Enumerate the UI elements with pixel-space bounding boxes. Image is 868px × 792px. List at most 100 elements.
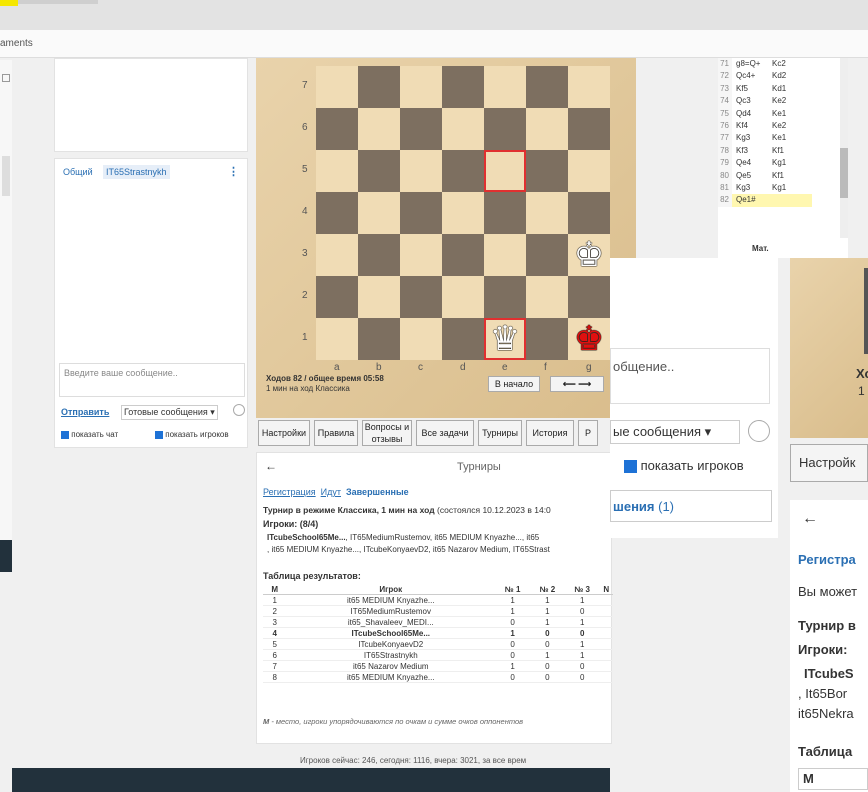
board-square[interactable] <box>316 318 358 360</box>
move-row[interactable]: 82 Qe1# <box>718 194 848 207</box>
table-row[interactable]: 6 IT65Strastnykh 0 1 1 <box>263 649 613 661</box>
nav-registration[interactable]: Регистрация <box>263 487 316 497</box>
board-square[interactable] <box>358 276 400 318</box>
move-row[interactable]: 79 Qe4 Kg1 <box>718 157 848 170</box>
board-square[interactable] <box>316 150 358 192</box>
move-row[interactable]: 78 Kf3 Kf1 <box>718 144 848 158</box>
board-square[interactable] <box>484 192 526 234</box>
chess-board[interactable]: 7 6 5 4 3 2 1 a b c d e f g ♚ ♛ ♚ <box>302 66 610 373</box>
board-tab[interactable]: Вопросы и отзывы <box>362 420 412 446</box>
chat-tab-general[interactable]: Общий <box>63 167 93 177</box>
move-row[interactable]: 75 Qd4 Ke1 <box>718 107 848 120</box>
chat-message-input[interactable]: Введите ваше сообщение.. <box>59 363 245 397</box>
board-square[interactable] <box>442 318 484 360</box>
move-row[interactable]: 72 Qc4+ Kd2 <box>718 70 848 83</box>
overlay-ready-select[interactable]: ые сообщения ▾ <box>610 420 740 444</box>
right-back-arrow-icon[interactable]: ← <box>802 510 818 528</box>
board-square[interactable] <box>568 108 610 150</box>
board-square[interactable] <box>316 66 358 108</box>
board-square[interactable] <box>400 318 442 360</box>
overlay-tab[interactable]: шения (1) <box>610 490 772 522</box>
board-square[interactable] <box>358 192 400 234</box>
board-square[interactable] <box>358 150 400 192</box>
emoji-icon[interactable] <box>233 404 245 416</box>
board-tab[interactable]: Правила <box>314 420 358 446</box>
board-square[interactable] <box>442 276 484 318</box>
board-square[interactable] <box>484 66 526 108</box>
board-square[interactable] <box>442 150 484 192</box>
left-edge-icon[interactable] <box>2 74 10 82</box>
more-icon[interactable]: ⋮ <box>228 165 239 178</box>
nav-ongoing[interactable]: Идут <box>321 487 341 497</box>
board-square[interactable] <box>358 318 400 360</box>
board-square[interactable] <box>526 192 568 234</box>
overlay-message-input[interactable]: общение.. <box>610 348 770 404</box>
show-chat-checkbox[interactable]: показать чат <box>61 430 118 439</box>
board-square[interactable] <box>442 108 484 150</box>
move-row[interactable]: 77 Kg3 Ke1 <box>718 132 848 145</box>
table-row[interactable]: 4 ITcubeSchool65Me... 1 0 0 <box>263 627 613 639</box>
browser-tab-indicator[interactable] <box>0 0 18 6</box>
board-square[interactable] <box>358 234 400 276</box>
board-square[interactable] <box>316 276 358 318</box>
board-tab[interactable]: Все задачи <box>416 420 474 446</box>
board-square[interactable] <box>526 234 568 276</box>
board-square[interactable] <box>484 108 526 150</box>
board-square[interactable] <box>442 234 484 276</box>
board-tab[interactable]: Р <box>578 420 598 446</box>
board-square[interactable] <box>316 234 358 276</box>
board-square[interactable] <box>484 234 526 276</box>
board-square[interactable] <box>526 150 568 192</box>
board-square[interactable] <box>400 276 442 318</box>
ready-messages-select[interactable]: Готовые сообщения ▾ <box>121 405 218 420</box>
table-row[interactable]: 3 it65_Shavaleev_MEDI... 0 1 1 <box>263 616 613 628</box>
table-row[interactable]: 8 it65 MEDIUM Knyazhe... 0 0 0 <box>263 671 613 683</box>
overlay-emoji-icon[interactable] <box>748 420 770 442</box>
move-row[interactable]: 74 Qc3 Ke2 <box>718 95 848 108</box>
bookmark-item[interactable]: aments <box>0 38 33 49</box>
board-square[interactable] <box>358 108 400 150</box>
nav-finished[interactable]: Завершенные <box>346 487 409 497</box>
move-row[interactable]: 71 g8=Q+ Kc2 <box>718 58 848 71</box>
board-square[interactable] <box>526 276 568 318</box>
board-square[interactable] <box>358 66 400 108</box>
board-square[interactable] <box>568 150 610 192</box>
right-settings-tab[interactable]: Настройк <box>790 444 868 482</box>
board-square[interactable] <box>316 108 358 150</box>
board-square[interactable] <box>568 192 610 234</box>
to-start-button[interactable]: В начало <box>488 376 540 392</box>
black-king-icon[interactable]: ♚ <box>568 318 610 360</box>
chat-tab-user[interactable]: IT65Strastnykh <box>103 165 170 179</box>
white-king-icon[interactable]: ♚ <box>568 234 610 276</box>
board-square[interactable] <box>400 108 442 150</box>
white-queen-icon[interactable]: ♛ <box>484 318 526 360</box>
board-square[interactable] <box>568 66 610 108</box>
back-arrow-icon[interactable]: ← <box>265 459 277 473</box>
board-square[interactable] <box>526 318 568 360</box>
table-row[interactable]: 5 ITcubeKonyaevD2 0 0 1 <box>263 638 613 650</box>
board-square[interactable] <box>568 276 610 318</box>
move-list-scrollbar[interactable] <box>840 58 848 238</box>
send-button[interactable]: Отправить <box>61 407 109 417</box>
overlay-show-players[interactable]: показать игроков <box>624 458 744 474</box>
step-arrows-button[interactable]: ⟵ ⟶ <box>550 376 604 392</box>
table-row[interactable]: 7 it65 Nazarov Medium 1 0 0 <box>263 660 613 672</box>
table-row[interactable]: 2 IT65MediumRustemov 1 1 0 <box>263 605 613 617</box>
table-row[interactable]: 1 it65 MEDIUM Knyazhe... 1 1 1 <box>263 594 613 606</box>
move-row[interactable]: 81 Kg3 Kg1 <box>718 181 848 195</box>
board-square[interactable] <box>400 234 442 276</box>
show-players-checkbox[interactable]: показать игроков <box>155 430 229 439</box>
board-tab[interactable]: История <box>526 420 574 446</box>
board-tab[interactable]: Турниры <box>478 420 522 446</box>
board-square[interactable] <box>400 66 442 108</box>
move-row[interactable]: 73 Kf5 Kd1 <box>718 82 848 96</box>
board-square[interactable] <box>526 66 568 108</box>
board-tab[interactable]: Настройки <box>258 420 310 446</box>
board-square[interactable] <box>484 276 526 318</box>
left-edge-icon[interactable] <box>2 156 10 196</box>
move-row[interactable]: 80 Qe5 Kf1 <box>718 169 848 182</box>
board-square[interactable] <box>526 108 568 150</box>
board-square[interactable] <box>400 150 442 192</box>
board-square[interactable] <box>442 192 484 234</box>
board-square[interactable] <box>400 192 442 234</box>
